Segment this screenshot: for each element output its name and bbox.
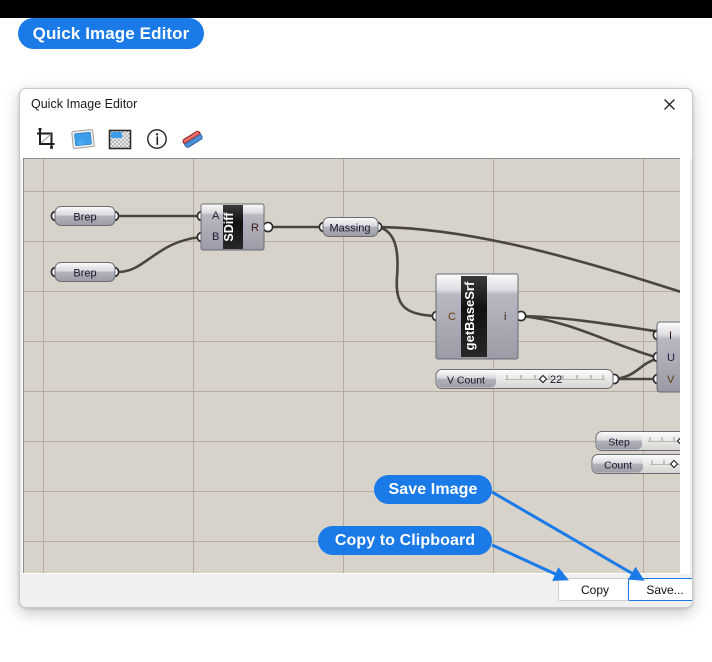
eraser-icon[interactable]	[178, 125, 208, 153]
image-icon[interactable]	[68, 125, 98, 153]
slider-count: Count	[591, 454, 680, 474]
callout-copy-to-clipboard: Copy to Clipboard	[318, 526, 492, 555]
slider-value: 22	[550, 374, 562, 386]
node-brep-1: Brep	[50, 206, 120, 226]
node-input-label: U	[667, 352, 675, 364]
dialog-footer: Copy Save...	[20, 574, 692, 607]
slider-step: Step	[595, 431, 680, 451]
slider-label: Count	[604, 460, 632, 472]
node-output-label: R	[251, 222, 259, 234]
close-icon[interactable]	[649, 91, 689, 118]
window-title: Quick Image Editor	[31, 97, 138, 111]
info-icon[interactable]	[142, 125, 172, 153]
callout-quick-image-editor: Quick Image Editor	[18, 18, 204, 49]
node-name: getBaseSrf	[462, 281, 477, 350]
grasshopper-canvas[interactable]: Brep Brep A B R SDiff Massing C i getBas…	[23, 158, 680, 573]
slider-label: V Count	[447, 375, 485, 387]
node-isotrim: I U V	[652, 321, 680, 393]
node-sdiff: A B R SDiff	[196, 203, 274, 251]
node-input-label: B	[212, 231, 219, 243]
transparency-icon[interactable]	[105, 125, 135, 153]
slider-label: Step	[608, 437, 630, 449]
save-button[interactable]: Save...	[628, 578, 692, 601]
node-name: SDiff	[222, 212, 236, 242]
top-black-band	[0, 0, 712, 18]
node-label: Brep	[73, 268, 96, 280]
crop-icon[interactable]	[31, 125, 61, 153]
node-label: Massing	[330, 223, 371, 235]
callout-save-image: Save Image	[374, 475, 492, 504]
node-input-label: C	[448, 311, 456, 323]
editor-toolbar	[20, 121, 692, 158]
copy-button[interactable]: Copy	[558, 578, 632, 601]
dialog-titlebar: Quick Image Editor	[20, 89, 692, 121]
node-massing: Massing	[318, 217, 383, 237]
node-brep-2: Brep	[50, 262, 120, 282]
node-input-label: I	[669, 330, 672, 342]
node-getbasesrf: C i getBaseSrf	[431, 273, 527, 360]
node-output-label: i	[504, 311, 506, 323]
node-label: Brep	[73, 212, 96, 224]
node-input-label: V	[667, 374, 675, 386]
slider-vcount: V Count 22	[435, 369, 620, 389]
node-input-label: A	[212, 210, 220, 222]
canvas-frame: Brep Brep A B R SDiff Massing C i getBas…	[22, 157, 690, 574]
